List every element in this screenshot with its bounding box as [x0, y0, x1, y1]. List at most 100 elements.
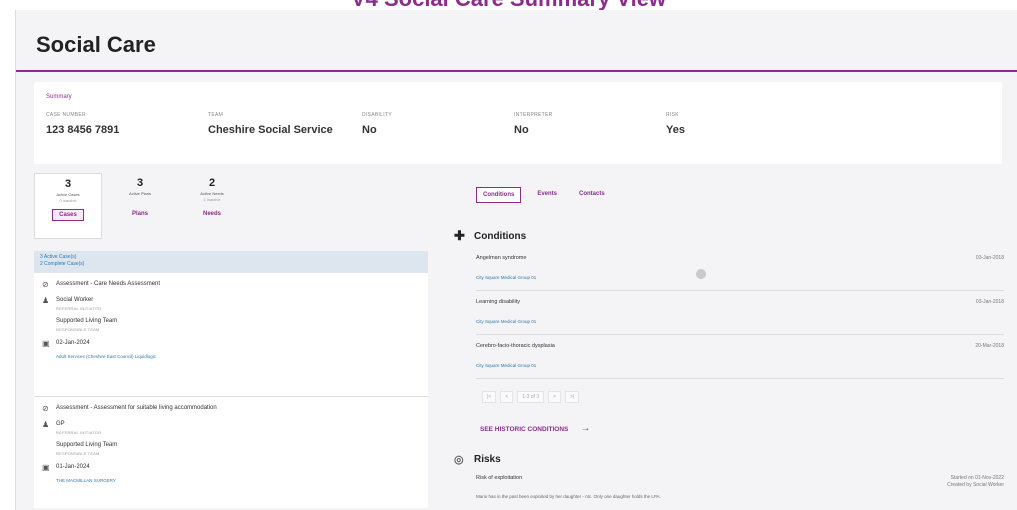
stat-sublabel [106, 197, 174, 202]
cases-button[interactable]: Cases [52, 209, 84, 221]
summary-field-value: Yes [666, 124, 685, 136]
next-page-button[interactable]: > [548, 391, 562, 403]
first-page-button[interactable]: |< [482, 391, 497, 403]
case-team-label: RESPONSIBLE TEAM [56, 327, 100, 332]
case-date-row: ▣ 02-Jan-2024 [42, 332, 420, 348]
conditions-title: Conditions [474, 230, 527, 242]
banner: V4 Social Care Summary View [0, 0, 1017, 10]
summary-field-team: TEAM Cheshire Social Service [208, 112, 333, 136]
case-initiator-row: ♟ GP REFERRAL INITIATOR [42, 413, 420, 436]
condition-row[interactable]: Learning disability 03-Jan-2018 City Squ… [476, 291, 1004, 335]
tab-conditions[interactable]: Conditions [476, 187, 522, 203]
case-list-header: 3 Active Case(s) 2 Complete Case(s) [34, 251, 428, 273]
case-team: Supported Living Team RESPONSIBLE TEAM [56, 442, 117, 456]
case-team: Supported Living Team RESPONSIBLE TEAM [56, 318, 117, 332]
case-initiator: Social Worker REFERRAL INITIATOR [56, 297, 101, 311]
summary-field-label: CASE NUMBER [46, 112, 86, 118]
stat-label: Active Cases [56, 192, 80, 197]
case-source-row: THE MACMILLAN SURGERY [42, 472, 420, 483]
page-title: Social Care [36, 32, 156, 57]
case-team-row: Supported Living Team RESPONSIBLE TEAM [42, 435, 420, 456]
complete-cases-count: 2 Complete Case(s) [40, 261, 85, 267]
case-initiator-label: REFERRAL INITIATOR [56, 430, 102, 435]
case-title: Assessment - Assessment for suitable liv… [56, 405, 217, 411]
summary-field-value: 123 8456 7891 [46, 124, 120, 136]
summary-field-value: No [362, 124, 377, 136]
risks-header: ◎ Risks [454, 453, 501, 466]
app-frame: Social Care Summary CASE NUMBER 123 8456… [15, 10, 1017, 510]
active-cases-count: 3 Active Case(s) [40, 254, 77, 260]
condition-source-link[interactable]: City Square Medical Group 01 [476, 275, 536, 280]
summary-field-case-number: CASE NUMBER 123 8456 7891 [46, 112, 119, 136]
detail-tabs: Conditions Events Contacts [476, 187, 611, 203]
last-page-button[interactable]: >| [565, 391, 580, 403]
conditions-pager: |< < 1-3 of 3 > >| [482, 391, 580, 403]
condition-source-link[interactable]: City Square Medical Group 01 [476, 319, 536, 324]
case-source-link[interactable]: Adult Services (Cheshire East Council) L… [56, 354, 156, 359]
condition-date: 03-Jan-2018 [975, 299, 1004, 305]
case-initiator-label: REFERRAL INITIATOR [56, 306, 102, 311]
prev-page-button[interactable]: < [500, 391, 514, 403]
summary-title: Summary [46, 94, 72, 100]
calendar-icon: ▣ [42, 463, 50, 472]
summary-card: Summary CASE NUMBER 123 8456 7891 TEAM C… [34, 82, 1002, 164]
left-panel: 3 Active Cases 0 inactive Cases 3 Active… [34, 173, 428, 508]
condition-name: Cerebro-facio-thoracic dysplasia [476, 343, 555, 349]
condition-row[interactable]: Angelman syndrome 03-Jan-2018 City Squar… [476, 247, 1004, 291]
summary-field-label: RISK [666, 112, 679, 118]
check-circle-icon: ⊘ [42, 404, 49, 413]
case-source-link[interactable]: THE MACMILLAN SURGERY [56, 478, 116, 483]
summary-field-label: TEAM [208, 112, 224, 118]
stat-count: 2 [208, 177, 216, 189]
see-historic-conditions-link[interactable]: SEE HISTORIC CONDITIONS → [480, 423, 590, 434]
page-header: Social Care [16, 10, 1017, 72]
person-icon: ♟ [42, 420, 50, 429]
calendar-icon: ▣ [42, 339, 50, 348]
condition-date: 03-Jan-2018 [975, 255, 1004, 261]
case-date-row: ▣ 01-Jan-2024 [42, 456, 420, 472]
needs-button[interactable]: Needs [197, 209, 227, 219]
banner-title: V4 Social Care Summary View [0, 0, 1017, 10]
summary-field-label: DISABILITY [362, 112, 392, 118]
tab-events[interactable]: Events [531, 187, 563, 203]
summary-field-value: Cheshire Social Service [208, 124, 333, 136]
stat-sublabel: 0 inactive [59, 198, 77, 203]
case-team-row: Supported Living Team RESPONSIBLE TEAM [42, 311, 420, 332]
cursor-dot [696, 269, 706, 279]
case-item[interactable]: ⊘ Assessment - Assessment for suitable l… [34, 397, 428, 507]
summary-field-risk: RISK Yes [666, 112, 685, 136]
case-date: 02-Jan-2024 [56, 340, 90, 346]
risk-started: Started on 01-Nov-2022 [950, 475, 1004, 481]
condition-date: 20-Mar-2018 [975, 343, 1004, 349]
stat-plans: 3 Active Plans Plans [106, 173, 174, 239]
risk-circle-icon: ◎ [454, 454, 464, 466]
check-circle-icon: ⊘ [42, 280, 49, 289]
stat-sublabel: 1 inactive [203, 197, 221, 202]
case-title: Assessment - Care Needs Assessment [56, 281, 161, 287]
case-team-value: Supported Living Team [56, 318, 118, 324]
stat-label: Active Needs [200, 191, 224, 196]
page-indicator: 1-3 of 3 [517, 391, 545, 403]
case-initiator-value: GP [56, 421, 65, 427]
stat-cases: 3 Active Cases 0 inactive Cases [34, 173, 102, 239]
risk-name: Risk of exploitation [476, 475, 523, 481]
tab-contacts[interactable]: Contacts [573, 187, 611, 203]
case-title-row: ⊘ Assessment - Care Needs Assessment [42, 273, 420, 289]
arrow-right-icon: → [580, 423, 591, 434]
summary-field-interpreter: INTERPRETER No [514, 112, 553, 136]
case-team-value: Supported Living Team [56, 442, 118, 448]
condition-source-link[interactable]: City Square Medical Group 01 [476, 363, 536, 368]
risk-created-by: Created by Social Worker [947, 482, 1004, 488]
condition-name: Learning disability [476, 299, 521, 305]
person-icon: ♟ [42, 296, 50, 305]
case-list: 3 Active Case(s) 2 Complete Case(s) ⊘ As… [34, 251, 428, 508]
case-team-label: RESPONSIBLE TEAM [56, 451, 100, 456]
summary-field-label: INTERPRETER [514, 112, 553, 118]
right-panel: Conditions Events Contacts ✚ Conditions … [444, 173, 1016, 508]
risk-item[interactable]: Risk of exploitation Started on 01-Nov-2… [476, 473, 1004, 508]
case-initiator-value: Social Worker [56, 297, 94, 303]
case-initiator-row: ♟ Social Worker REFERRAL INITIATOR [42, 289, 420, 312]
condition-row[interactable]: Cerebro-facio-thoracic dysplasia 20-Mar-… [476, 335, 1004, 379]
plans-button[interactable]: Plans [126, 209, 154, 219]
case-item[interactable]: ⊘ Assessment - Care Needs Assessment ♟ S… [34, 273, 428, 397]
